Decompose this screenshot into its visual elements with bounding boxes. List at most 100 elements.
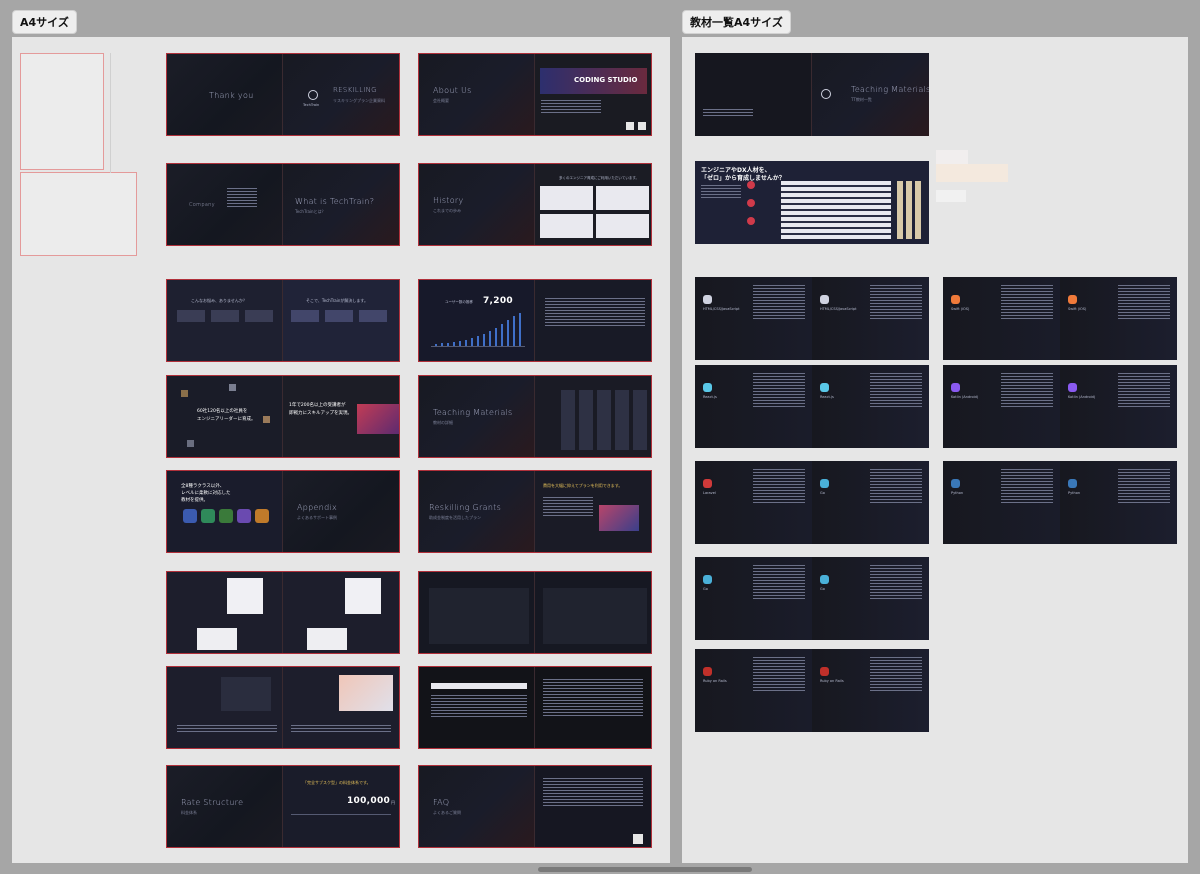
slide-title: Teaching Materials — [433, 408, 513, 417]
material-card[interactable]: React.js React.js — [695, 365, 929, 448]
horizontal-scrollbar[interactable] — [538, 867, 752, 872]
material-card[interactable]: Python Python — [943, 461, 1177, 544]
material-card[interactable]: Laravel Go — [695, 461, 929, 544]
slide-subtitle: 会社概要 — [433, 98, 449, 103]
client-logo-grid — [596, 186, 649, 210]
slide-user-growth[interactable]: ユーザー数の推移 7,200 — [418, 279, 652, 362]
screenshot-card — [221, 677, 271, 711]
banner-sticker[interactable] — [936, 190, 966, 202]
growth-line1: 1年で200名以上の受講者が — [289, 403, 346, 408]
course-card-icon — [201, 509, 215, 523]
material-card[interactable]: Ruby on Rails Ruby on Rails — [695, 649, 929, 732]
slide-title: Thank you — [209, 91, 254, 100]
screenshot-card — [197, 628, 237, 650]
slide-faq[interactable]: FAQ よくあるご質問 — [418, 765, 652, 848]
material-card[interactable]: Kotlin (Android) Kotlin (Android) — [943, 365, 1177, 448]
page-thumbnail-1[interactable] — [20, 53, 104, 170]
slide-title: FAQ — [433, 798, 450, 807]
slide-support-2[interactable] — [166, 666, 400, 749]
slide-teaching-materials[interactable]: Teaching Materials 教材の詳細 — [418, 375, 652, 458]
slide-subtitle-right: よくあるサポート事例 — [297, 515, 337, 520]
screenshot-card — [227, 578, 263, 614]
slide-title: History — [433, 196, 464, 205]
material-description — [870, 657, 922, 693]
logo-caption: TechTrain — [303, 103, 320, 107]
solution-card — [291, 310, 319, 322]
avatar — [263, 416, 270, 423]
laptop-image — [357, 404, 399, 434]
section-label-a4[interactable]: A4サイズ — [12, 10, 77, 34]
material-name: React.js — [820, 395, 834, 399]
material-description — [870, 373, 922, 409]
problem-card — [211, 310, 239, 322]
client-logo-grid — [540, 186, 593, 210]
slide-courses[interactable]: 全8種ラクラス以外、 レベルに柔軟に対応した 教材を提供。 Appendix よ… — [166, 470, 400, 553]
slide-title-right: What is TechTrain? — [295, 197, 375, 206]
banner-sticker[interactable] — [936, 164, 1008, 182]
section-label-materials[interactable]: 教材一覧A4サイズ — [682, 10, 791, 34]
problem-heading: こんなお悩み、ありませんか？ — [191, 298, 247, 303]
slide-title: Reskilling Grants — [429, 503, 502, 512]
grant-illustration — [599, 505, 639, 531]
slide-thank-you[interactable]: Thank you RESKILLING リスキリングプラン企業資料 TechT… — [166, 53, 400, 136]
user-count: 7,200 — [483, 296, 513, 306]
material-description — [870, 469, 922, 505]
python-icon — [951, 479, 960, 488]
slide-title-right: Appendix — [297, 503, 338, 512]
slide-grant-pricing[interactable] — [418, 571, 652, 654]
slide-history[interactable]: History これまでの歩み 多くのエンジニア育成にご利用いただいています。 — [418, 163, 652, 246]
growth-line2: 即戦力にスキルアップを実現。 — [289, 411, 352, 416]
screenshot-card — [345, 578, 381, 614]
slide-problems[interactable]: こんなお悩み、ありませんか？ そこで、TechTrainが解決します。 — [166, 279, 400, 362]
material-card[interactable]: Go Go — [695, 557, 929, 640]
material-name: Go — [820, 491, 825, 495]
material-description — [870, 565, 922, 601]
material-card[interactable]: HTML/CSS/JavaScript HTML/CSS/JavaScript — [695, 277, 929, 360]
rails-icon — [820, 667, 829, 676]
page-thumbnail-2[interactable] — [20, 172, 137, 256]
course-card-icon — [219, 509, 233, 523]
slide-reskilling-grants[interactable]: Reskilling Grants 助成金制度を活用したプラン 費用を大幅に抑え… — [418, 470, 652, 553]
slide-subtitle: 助成金制度を活用したプラン — [429, 515, 481, 520]
material-description — [1118, 373, 1170, 409]
analytics-image — [339, 675, 393, 711]
solution-card — [359, 310, 387, 322]
go-icon — [820, 575, 829, 584]
material-card[interactable]: Swift (iOS) Swift (iOS) — [943, 277, 1177, 360]
terms-text — [543, 679, 643, 718]
coding-studio-banner: CODING STUDIO — [540, 68, 647, 94]
materials-cover[interactable]: Teaching Materials TT教材一覧 — [695, 53, 929, 136]
material-name: Kotlin (Android) — [951, 395, 979, 399]
avatar — [181, 390, 188, 397]
rate-headline: 「完全サブスク型」の料金体系です。 — [303, 780, 371, 785]
grants-heading: 費用を大幅に抑えてプランを利用できます。 — [543, 483, 623, 488]
client-logo-grid — [540, 214, 593, 238]
faq-text — [543, 778, 643, 808]
material-name: Laravel — [703, 491, 716, 495]
materials-title: Teaching Materials — [851, 85, 929, 94]
material-description — [753, 285, 805, 321]
material-description — [1001, 285, 1053, 321]
feature-table — [545, 298, 645, 328]
step-badge — [747, 199, 755, 207]
step-badge — [747, 181, 755, 189]
materials-grid — [561, 390, 649, 450]
engineers-line2: エンジニアリーダーに育成。 — [197, 417, 256, 422]
slide-engineers[interactable]: 60社120名以上の社員を エンジニアリーダーに育成。 1年で200名以上の受講… — [166, 375, 400, 458]
slide-company[interactable]: Company What is TechTrain? TechTrainとは？ — [166, 163, 400, 246]
slide-subtitle: これまでの歩み — [433, 208, 461, 213]
brand-title: RESKILLING — [333, 86, 377, 94]
material-name: Ruby on Rails — [703, 679, 727, 683]
slide-terms[interactable] — [418, 666, 652, 749]
material-name: Python — [1068, 491, 1081, 495]
rails-icon — [703, 667, 712, 676]
slide-support-1[interactable] — [166, 571, 400, 654]
laravel-icon — [703, 479, 712, 488]
thumbnail-divider — [110, 53, 111, 173]
slide-about-us[interactable]: About Us 会社概要 CODING STUDIO — [418, 53, 652, 136]
client-logo-grid — [596, 214, 649, 238]
materials-banner[interactable]: エンジニアやDX人材を、 「ゼロ」から育成しませんか？ — [695, 161, 929, 244]
slide-rate-structure[interactable]: Rate Structure 料金体系 「完全サブスク型」の料金体系です。 10… — [166, 765, 400, 848]
material-description — [753, 657, 805, 693]
material-name: Ruby on Rails — [820, 679, 844, 683]
